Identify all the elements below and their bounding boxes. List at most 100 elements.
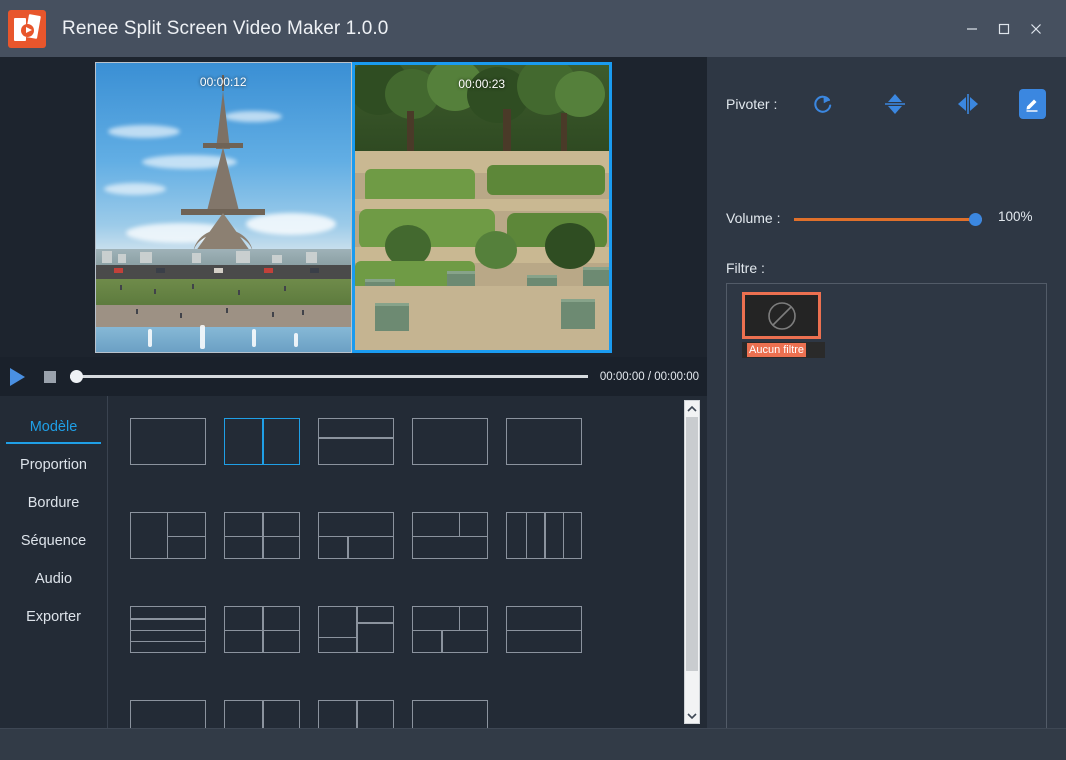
play-icon[interactable] bbox=[10, 367, 30, 387]
template-divider bbox=[131, 618, 205, 620]
template-divider bbox=[544, 513, 546, 558]
editor-tab-label: Bordure bbox=[27, 495, 80, 511]
seek-thumb[interactable] bbox=[70, 369, 83, 383]
editor-tab-4[interactable]: Audio bbox=[0, 560, 107, 598]
filter-item-label: Aucun filtre bbox=[747, 343, 807, 357]
stop-icon[interactable] bbox=[44, 370, 56, 383]
template-two-by-two[interactable] bbox=[224, 512, 300, 559]
template-left-full-two-right[interactable] bbox=[130, 512, 206, 559]
video-panel-eiffel[interactable]: 00:00:12 bbox=[95, 62, 352, 353]
template-divider bbox=[441, 629, 443, 652]
template-two-rows-b[interactable] bbox=[506, 606, 582, 653]
filter-list: Aucun filtre bbox=[726, 283, 1047, 760]
rotate-clockwise-icon[interactable] bbox=[806, 85, 840, 123]
flip-horizontal-icon[interactable] bbox=[951, 85, 985, 123]
maximize-icon[interactable] bbox=[988, 9, 1020, 49]
volume-label: Volume : bbox=[726, 210, 781, 226]
editor-tab-2[interactable]: Bordure bbox=[0, 484, 107, 522]
template-grid bbox=[108, 396, 677, 728]
template-right-split[interactable] bbox=[318, 606, 394, 653]
pencil-edit-icon bbox=[1026, 99, 1038, 112]
template-two-rows[interactable] bbox=[318, 418, 394, 465]
edit-button[interactable] bbox=[1018, 89, 1047, 119]
title-bar: Renee Split Screen Video Maker 1.0.0 bbox=[0, 0, 1066, 57]
template-divider bbox=[262, 513, 264, 558]
close-icon[interactable] bbox=[1020, 9, 1052, 49]
template-two-columns-b[interactable] bbox=[224, 700, 300, 728]
video-preview-area: 00:00:12 00:00:23 bbox=[0, 57, 707, 357]
template-divider bbox=[319, 437, 393, 439]
seek-track bbox=[70, 374, 588, 378]
volume-track bbox=[794, 218, 982, 221]
no-entry-icon bbox=[742, 292, 821, 339]
template-single[interactable] bbox=[130, 418, 206, 465]
clip-duration-label: 00:00:12 bbox=[199, 75, 247, 89]
template-panel bbox=[108, 396, 707, 728]
template-divider bbox=[347, 535, 349, 558]
volume-row: Volume : 100% bbox=[726, 209, 1056, 229]
timecode-label: 00:00:00 / 00:00:00 bbox=[599, 370, 699, 383]
template-two-columns[interactable] bbox=[224, 418, 300, 465]
template-divider bbox=[356, 607, 358, 652]
template-divider bbox=[319, 636, 356, 639]
window-controls bbox=[956, 0, 1066, 57]
video-panel-garden[interactable]: 00:00:23 bbox=[351, 62, 612, 353]
template-single-c[interactable] bbox=[506, 418, 582, 465]
template-divider bbox=[262, 701, 264, 728]
minimize-icon[interactable] bbox=[956, 9, 988, 49]
volume-thumb[interactable] bbox=[969, 213, 982, 226]
template-divider bbox=[166, 535, 205, 537]
page-title: Renee Split Screen Video Maker 1.0.0 bbox=[62, 17, 389, 39]
template-top-full-two-bottom[interactable] bbox=[318, 512, 394, 559]
rotate-label: Pivoter : bbox=[726, 96, 778, 112]
template-divider bbox=[356, 701, 358, 728]
template-divider bbox=[262, 607, 264, 652]
filter-item-caption: Aucun filtre bbox=[742, 342, 825, 358]
editor-lower-panel: Modèle Proportion Bordure Séquence Audio Expo… bbox=[0, 396, 707, 728]
editor-tab-1[interactable]: Proportion bbox=[0, 446, 107, 484]
editor-tab-0[interactable]: Modèle bbox=[0, 408, 107, 446]
template-divider bbox=[319, 535, 393, 537]
template-divider bbox=[507, 629, 581, 631]
template-divider bbox=[413, 535, 487, 537]
template-single-e[interactable] bbox=[412, 700, 488, 728]
film-play-icon bbox=[8, 9, 46, 48]
editor-tab-label: Séquence bbox=[20, 533, 87, 549]
template-divider bbox=[356, 622, 393, 624]
clip-duration-label: 00:00:23 bbox=[458, 77, 506, 91]
template-divider bbox=[525, 513, 527, 558]
scrollbar-thumb[interactable] bbox=[686, 417, 698, 671]
garden-scene bbox=[354, 65, 609, 350]
filter-item-no-filter[interactable]: Aucun filtre bbox=[742, 292, 825, 358]
template-four-rows[interactable] bbox=[130, 606, 206, 653]
split-screen-stage: 00:00:12 00:00:23 bbox=[95, 62, 612, 353]
template-divider bbox=[458, 513, 461, 536]
template-mixed-grid[interactable] bbox=[412, 606, 488, 653]
template-divider bbox=[131, 629, 205, 631]
volume-slider[interactable] bbox=[794, 211, 982, 227]
template-two-by-two-b[interactable] bbox=[224, 606, 300, 653]
editor-tab-3[interactable]: Séquence bbox=[0, 522, 107, 560]
template-two-top-full-bottom[interactable] bbox=[412, 512, 488, 559]
chevron-down-icon[interactable] bbox=[685, 708, 699, 723]
template-divider bbox=[562, 513, 564, 558]
flip-vertical-icon[interactable] bbox=[878, 85, 912, 123]
template-single-d[interactable] bbox=[130, 700, 206, 728]
template-divider bbox=[413, 629, 487, 631]
chevron-up-icon[interactable] bbox=[685, 401, 699, 416]
template-two-columns-c[interactable] bbox=[318, 700, 394, 728]
application-window: Renee Split Screen Video Maker 1.0.0 00:… bbox=[0, 0, 1066, 760]
playback-bar: 00:00:00 / 00:00:00 bbox=[0, 357, 707, 396]
template-scrollbar[interactable] bbox=[684, 400, 700, 724]
template-divider bbox=[262, 419, 264, 464]
template-single-b[interactable] bbox=[412, 418, 488, 465]
editor-tab-label: Exporter bbox=[26, 609, 81, 625]
rotate-row: Pivoter : bbox=[726, 85, 1047, 123]
seek-slider[interactable] bbox=[70, 369, 588, 385]
properties-panel: Pivoter : Volume: 100% Filtre: Aucun f… bbox=[707, 57, 1066, 760]
template-four-columns[interactable] bbox=[506, 512, 582, 559]
template-divider bbox=[131, 640, 205, 643]
eiffel-scene bbox=[96, 63, 351, 352]
editor-tab-5[interactable]: Exporter bbox=[0, 598, 107, 636]
editor-tab-list: Modèle Proportion Bordure Séquence Audio Expo… bbox=[0, 396, 108, 728]
